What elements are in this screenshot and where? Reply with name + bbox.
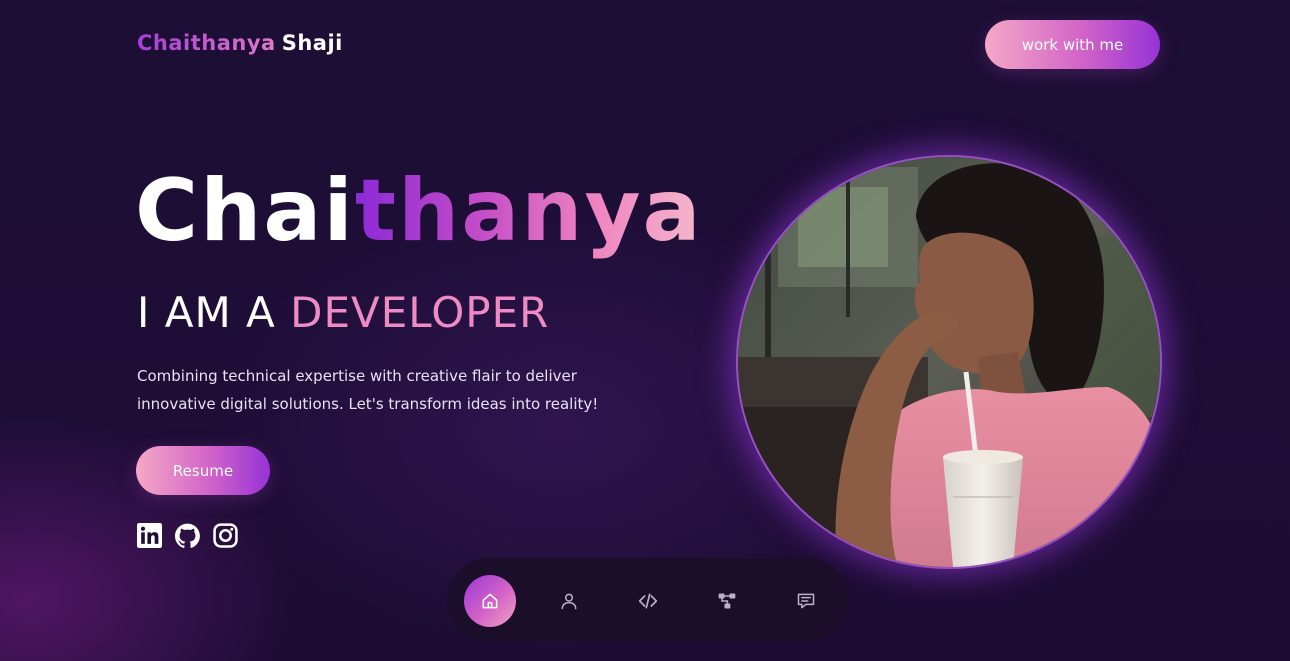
github-icon[interactable] bbox=[175, 523, 200, 548]
role-heading: I AM A DEVELOPER bbox=[137, 288, 549, 338]
nav-home[interactable] bbox=[464, 575, 516, 627]
hero-tagline: Combining technical expertise with creat… bbox=[137, 367, 599, 413]
chat-icon bbox=[797, 593, 815, 609]
nav-about[interactable] bbox=[543, 575, 595, 627]
work-with-me-button[interactable]: work with me bbox=[985, 20, 1160, 69]
user-icon bbox=[561, 593, 577, 610]
logo-last-name: Shaji bbox=[281, 31, 343, 55]
instagram-icon[interactable] bbox=[213, 523, 238, 548]
hero-name-gradient: thanya bbox=[354, 161, 703, 261]
hero-name: Chaithanya bbox=[135, 160, 703, 263]
bottom-nav-dock bbox=[447, 558, 849, 642]
site-logo[interactable]: Chaithanya Shaji bbox=[137, 31, 343, 55]
nav-contact[interactable] bbox=[780, 575, 832, 627]
resume-button[interactable]: Resume bbox=[136, 446, 270, 495]
profile-photo-illustration bbox=[738, 157, 1160, 567]
project-tree-icon bbox=[718, 593, 736, 609]
hero-name-plain: Chai bbox=[135, 161, 355, 261]
role-prefix: I AM A bbox=[137, 288, 276, 337]
home-icon bbox=[482, 593, 498, 609]
linkedin-icon[interactable] bbox=[137, 523, 162, 548]
social-links bbox=[137, 523, 238, 548]
logo-first-name: Chaithanya bbox=[137, 31, 276, 55]
profile-photo bbox=[738, 157, 1160, 567]
nav-projects[interactable] bbox=[701, 575, 753, 627]
nav-code[interactable] bbox=[622, 575, 674, 627]
role-highlight: DEVELOPER bbox=[290, 288, 550, 337]
code-icon bbox=[638, 593, 658, 609]
